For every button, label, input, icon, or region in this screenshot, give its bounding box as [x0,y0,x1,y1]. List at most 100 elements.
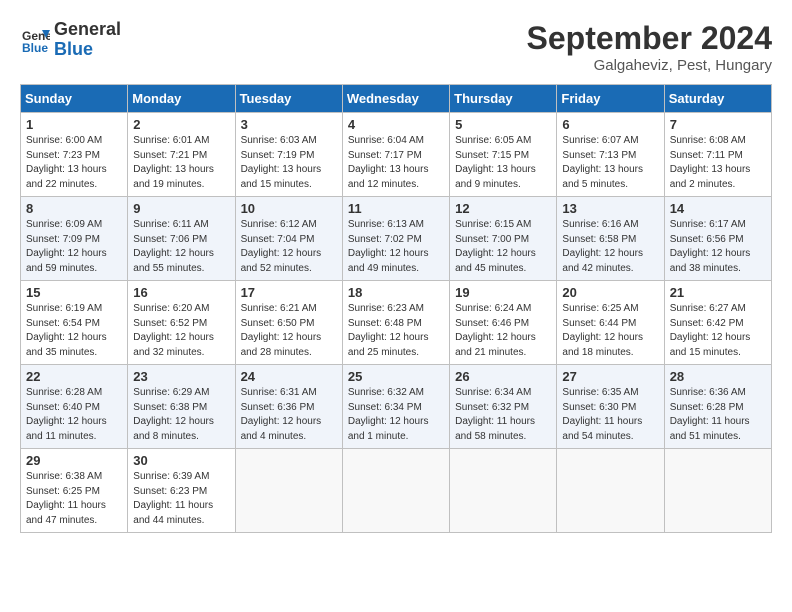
calendar-cell: 17 Sunrise: 6:21 AM Sunset: 6:50 PM Dayli… [235,281,342,365]
calendar-cell: 26 Sunrise: 6:34 AM Sunset: 6:32 PM Dayli… [450,365,557,449]
calendar-cell: 4Sunrise: 6:04 AM Sunset: 7:17 PM Daylig… [342,113,449,197]
cell-info: Sunrise: 6:27 AM Sunset: 6:42 PM Dayligh… [670,302,766,360]
week-row-3: 15 Sunrise: 6:19 AM Sunset: 6:54 PM Dayli… [21,281,772,365]
day-header-wednesday: Wednesday [342,85,449,113]
day-number: 28 [670,369,766,384]
title-area: September 2024 Galgaheviz, Pest, Hungary [527,20,772,74]
calendar-cell [557,449,664,533]
calendar-cell [664,449,771,533]
cell-info: Sunrise: 6:32 AM Sunset: 6:34 PM Dayligh… [348,386,444,444]
day-number: 21 [670,285,766,300]
cell-info: Sunrise: 6:28 AM Sunset: 6:40 PM Dayligh… [26,386,122,444]
cell-info: Sunrise: 6:38 AM Sunset: 6:25 PM Dayligh… [26,470,122,528]
calendar-cell: 20 Sunrise: 6:25 AM Sunset: 6:44 PM Dayli… [557,281,664,365]
week-row-1: 1 Sunrise: 6:00 AM Sunset: 7:23 PM Daylig… [21,113,772,197]
calendar-cell: 3 Sunrise: 6:03 AM Sunset: 7:19 PM Daylig… [235,113,342,197]
day-number: 20 [562,285,658,300]
day-header-saturday: Saturday [664,85,771,113]
cell-info: Sunrise: 6:20 AM Sunset: 6:52 PM Dayligh… [133,302,229,360]
calendar-cell: 15 Sunrise: 6:19 AM Sunset: 6:54 PM Dayli… [21,281,128,365]
day-number: 26 [455,369,551,384]
day-number: 16 [133,285,229,300]
week-row-4: 22 Sunrise: 6:28 AM Sunset: 6:40 PM Dayli… [21,365,772,449]
day-number: 3 [241,117,337,132]
day-number: 14 [670,201,766,216]
location-title: Galgaheviz, Pest, Hungary [527,57,772,74]
cell-info: Sunrise: 6:09 AM Sunset: 7:09 PM Dayligh… [26,218,122,276]
day-number: 30 [133,453,229,468]
day-number: 23 [133,369,229,384]
month-title: September 2024 [527,20,772,57]
day-number: 4 [348,117,444,132]
calendar-cell: 5 Sunrise: 6:05 AM Sunset: 7:15 PM Daylig… [450,113,557,197]
calendar-cell: 30 Sunrise: 6:39 AM Sunset: 6:23 PM Dayli… [128,449,235,533]
day-number: 15 [26,285,122,300]
cell-info: Sunrise: 6:19 AM Sunset: 6:54 PM Dayligh… [26,302,122,360]
cell-info: Sunrise: 6:39 AM Sunset: 6:23 PM Dayligh… [133,470,229,528]
calendar-cell: 11Sunrise: 6:13 AM Sunset: 7:02 PM Dayli… [342,197,449,281]
calendar-cell: 2 Sunrise: 6:01 AM Sunset: 7:21 PM Daylig… [128,113,235,197]
day-number: 9 [133,201,229,216]
cell-info: Sunrise: 6:03 AM Sunset: 7:19 PM Dayligh… [241,134,337,192]
calendar-cell: 23 Sunrise: 6:29 AM Sunset: 6:38 PM Dayli… [128,365,235,449]
day-number: 17 [241,285,337,300]
day-header-sunday: Sunday [21,85,128,113]
cell-info: Sunrise: 6:00 AM Sunset: 7:23 PM Dayligh… [26,134,122,192]
cell-info: Sunrise: 6:07 AM Sunset: 7:13 PM Dayligh… [562,134,658,192]
cell-info: Sunrise: 6:12 AM Sunset: 7:04 PM Dayligh… [241,218,337,276]
calendar-header-row: SundayMondayTuesdayWednesdayThursdayFrid… [21,85,772,113]
calendar-cell: 6 Sunrise: 6:07 AM Sunset: 7:13 PM Daylig… [557,113,664,197]
calendar-body: 1 Sunrise: 6:00 AM Sunset: 7:23 PM Daylig… [21,113,772,533]
cell-info: Sunrise: 6:21 AM Sunset: 6:50 PM Dayligh… [241,302,337,360]
cell-info: Sunrise: 6:13 AM Sunset: 7:02 PM Dayligh… [348,218,444,276]
day-number: 2 [133,117,229,132]
day-number: 27 [562,369,658,384]
calendar-cell: 25Sunrise: 6:32 AM Sunset: 6:34 PM Dayli… [342,365,449,449]
cell-info: Sunrise: 6:11 AM Sunset: 7:06 PM Dayligh… [133,218,229,276]
logo-icon: General Blue [20,26,50,54]
calendar-cell: 10 Sunrise: 6:12 AM Sunset: 7:04 PM Dayli… [235,197,342,281]
day-number: 19 [455,285,551,300]
day-number: 18 [348,285,444,300]
cell-info: Sunrise: 6:16 AM Sunset: 6:58 PM Dayligh… [562,218,658,276]
day-header-thursday: Thursday [450,85,557,113]
day-number: 8 [26,201,122,216]
cell-info: Sunrise: 6:01 AM Sunset: 7:21 PM Dayligh… [133,134,229,192]
calendar-cell: 18 Sunrise: 6:23 AM Sunset: 6:48 PM Dayli… [342,281,449,365]
cell-info: Sunrise: 6:25 AM Sunset: 6:44 PM Dayligh… [562,302,658,360]
calendar-cell: 9 Sunrise: 6:11 AM Sunset: 7:06 PM Daylig… [128,197,235,281]
calendar-cell: 13 Sunrise: 6:16 AM Sunset: 6:58 PM Dayli… [557,197,664,281]
calendar-cell: 24 Sunrise: 6:31 AM Sunset: 6:36 PM Dayli… [235,365,342,449]
week-row-5: 29 Sunrise: 6:38 AM Sunset: 6:25 PM Dayli… [21,449,772,533]
day-number: 29 [26,453,122,468]
calendar-cell: 19Sunrise: 6:24 AM Sunset: 6:46 PM Dayli… [450,281,557,365]
calendar-cell: 7Sunrise: 6:08 AM Sunset: 7:11 PM Daylig… [664,113,771,197]
cell-info: Sunrise: 6:29 AM Sunset: 6:38 PM Dayligh… [133,386,229,444]
day-number: 24 [241,369,337,384]
calendar-cell [342,449,449,533]
day-number: 1 [26,117,122,132]
calendar-cell: 27 Sunrise: 6:35 AM Sunset: 6:30 PM Dayli… [557,365,664,449]
calendar-cell: 21 Sunrise: 6:27 AM Sunset: 6:42 PM Dayli… [664,281,771,365]
cell-info: Sunrise: 6:35 AM Sunset: 6:30 PM Dayligh… [562,386,658,444]
day-number: 22 [26,369,122,384]
calendar-cell: 14Sunrise: 6:17 AM Sunset: 6:56 PM Dayli… [664,197,771,281]
cell-info: Sunrise: 6:31 AM Sunset: 6:36 PM Dayligh… [241,386,337,444]
calendar-cell [235,449,342,533]
logo-text: General Blue [54,20,121,60]
day-number: 7 [670,117,766,132]
cell-info: Sunrise: 6:05 AM Sunset: 7:15 PM Dayligh… [455,134,551,192]
calendar-cell: 28 Sunrise: 6:36 AM Sunset: 6:28 PM Dayli… [664,365,771,449]
calendar-cell: 29 Sunrise: 6:38 AM Sunset: 6:25 PM Dayli… [21,449,128,533]
cell-info: Sunrise: 6:23 AM Sunset: 6:48 PM Dayligh… [348,302,444,360]
day-number: 10 [241,201,337,216]
day-header-friday: Friday [557,85,664,113]
calendar-cell: 22 Sunrise: 6:28 AM Sunset: 6:40 PM Dayli… [21,365,128,449]
cell-info: Sunrise: 6:36 AM Sunset: 6:28 PM Dayligh… [670,386,766,444]
cell-info: Sunrise: 6:34 AM Sunset: 6:32 PM Dayligh… [455,386,551,444]
day-number: 13 [562,201,658,216]
calendar-cell: 12Sunrise: 6:15 AM Sunset: 7:00 PM Dayli… [450,197,557,281]
calendar-cell: 1 Sunrise: 6:00 AM Sunset: 7:23 PM Daylig… [21,113,128,197]
day-number: 6 [562,117,658,132]
day-number: 5 [455,117,551,132]
